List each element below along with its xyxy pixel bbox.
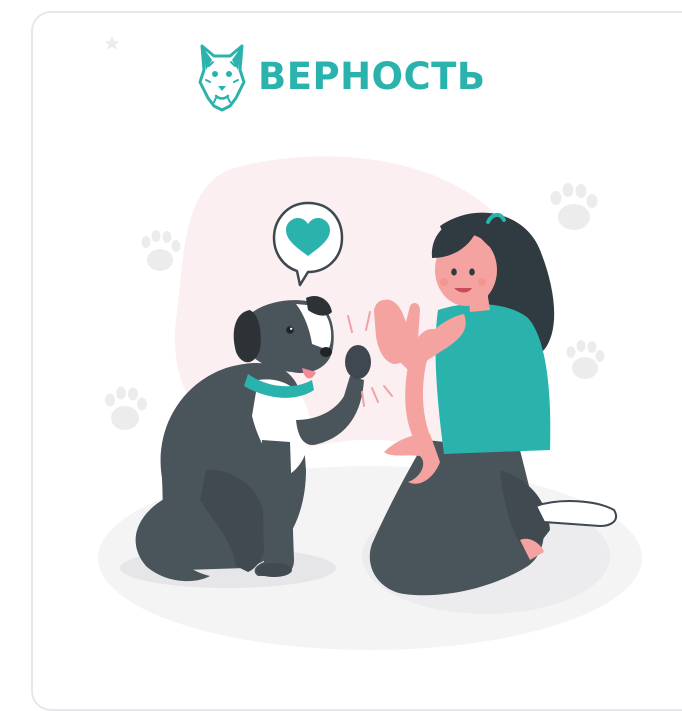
paw-print-icon — [550, 183, 598, 230]
paw-print-icon — [566, 340, 605, 379]
paw-print-icon — [105, 386, 147, 430]
illustration — [98, 36, 642, 650]
paw-print-icon — [141, 230, 181, 271]
star-icon — [104, 36, 120, 50]
